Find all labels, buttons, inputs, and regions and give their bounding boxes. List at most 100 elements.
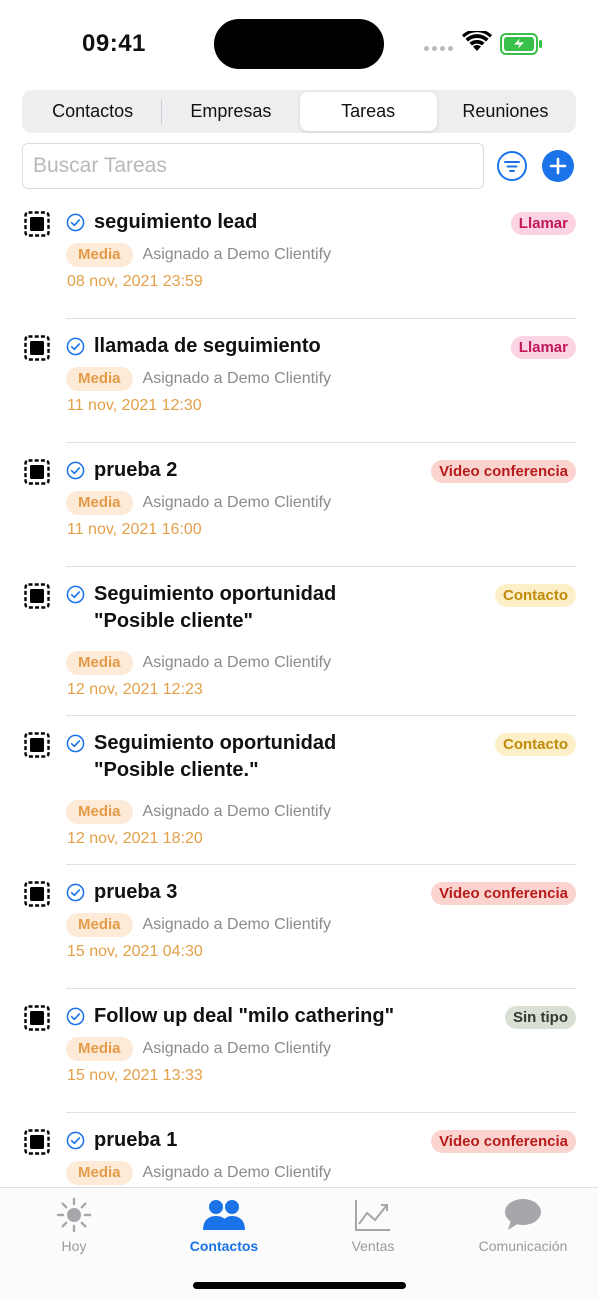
tab-reuniones-label: Reuniones xyxy=(462,101,549,121)
priority-badge: Media xyxy=(66,491,133,515)
task-due-date: 08 nov, 2021 23:59 xyxy=(67,273,203,290)
task-meta: Media Asignado a Demo Clientify xyxy=(66,1161,331,1185)
tabbar-label-ventas: Ventas xyxy=(351,1238,395,1254)
task-type-badge: Video conferencia xyxy=(431,1130,576,1153)
task-assignee: Asignado a Demo Clientify xyxy=(142,246,332,263)
select-square-icon[interactable] xyxy=(24,1129,50,1155)
select-square-icon[interactable] xyxy=(24,881,50,907)
task-meta: Media Asignado a Demo Clientify xyxy=(66,913,331,937)
tab-empresas[interactable]: Empresas xyxy=(162,92,299,131)
task-type-badge: Llamar xyxy=(510,336,576,359)
task-type-badge: Video conferencia xyxy=(431,460,576,483)
sun-icon xyxy=(56,1197,92,1233)
task-title: Seguimiento oportunidad "Posible cliente… xyxy=(94,583,337,632)
search-input[interactable] xyxy=(33,154,473,178)
check-circle-icon[interactable] xyxy=(66,734,85,753)
task-title: prueba 3 xyxy=(94,881,178,903)
select-square-icon[interactable] xyxy=(24,335,50,361)
tab-contactos-label: Contactos xyxy=(52,101,134,121)
select-square-icon[interactable] xyxy=(24,459,50,485)
task-due-date: 15 nov, 2021 04:30 xyxy=(67,943,203,960)
segmented-control: Contactos Empresas Tareas Reuniones xyxy=(22,90,576,133)
dynamic-island xyxy=(214,19,384,69)
task-row[interactable]: prueba 2 Video conferencia Media Asignad… xyxy=(0,443,598,567)
chat-bubble-icon xyxy=(505,1199,541,1230)
task-title: prueba 2 xyxy=(94,459,178,481)
status-time: 09:41 xyxy=(82,30,146,57)
chart-line-icon xyxy=(355,1200,390,1231)
check-circle-icon[interactable] xyxy=(66,883,85,902)
tabbar-item-hoy[interactable]: Hoy xyxy=(19,1196,129,1254)
task-type-badge: Llamar xyxy=(510,212,576,235)
task-due-date: 12 nov, 2021 12:23 xyxy=(67,681,203,698)
check-circle-icon[interactable] xyxy=(66,213,85,232)
task-due-date: 12 nov, 2021 18:20 xyxy=(67,830,203,847)
task-due-date: 11 nov, 2021 12:30 xyxy=(67,397,202,414)
people-icon xyxy=(203,1200,245,1230)
task-title: Seguimiento oportunidad "Posible cliente… xyxy=(94,732,337,781)
select-square-icon[interactable] xyxy=(24,583,50,609)
battery-charging-icon xyxy=(500,33,542,55)
wifi-icon xyxy=(462,31,492,51)
priority-badge: Media xyxy=(66,800,133,824)
task-assignee: Asignado a Demo Clientify xyxy=(142,1164,332,1181)
home-indicator xyxy=(193,1282,406,1289)
filter-icon xyxy=(497,151,527,181)
task-type-badge: Video conferencia xyxy=(431,882,576,905)
priority-badge: Media xyxy=(66,243,133,267)
filter-button[interactable] xyxy=(496,150,528,182)
tabbar-label-hoy: Hoy xyxy=(61,1238,87,1254)
task-row[interactable]: Follow up deal "milo cathering" Sin tipo… xyxy=(0,989,598,1113)
check-circle-icon[interactable] xyxy=(66,1007,85,1026)
task-row[interactable]: prueba 3 Video conferencia Media Asignad… xyxy=(0,865,598,989)
tabbar-item-comunicacion[interactable]: Comunicación xyxy=(468,1196,578,1254)
task-title: Follow up deal "milo cathering" xyxy=(94,1005,395,1027)
task-assignee: Asignado a Demo Clientify xyxy=(142,1040,332,1057)
task-type-badge: Contacto xyxy=(495,584,576,607)
task-meta: Media Asignado a Demo Clientify xyxy=(66,800,331,824)
select-square-icon[interactable] xyxy=(24,1005,50,1031)
priority-badge: Media xyxy=(66,1037,133,1061)
tab-tareas[interactable]: Tareas xyxy=(299,92,437,131)
select-square-icon[interactable] xyxy=(24,211,50,237)
tabbar-label-comunicacion: Comunicación xyxy=(478,1238,568,1254)
priority-badge: Media xyxy=(66,1161,133,1185)
task-title: seguimiento lead xyxy=(94,211,258,233)
task-type-badge: Sin tipo xyxy=(505,1006,576,1029)
task-assignee: Asignado a Demo Clientify xyxy=(142,916,332,933)
tab-reuniones[interactable]: Reuniones xyxy=(437,92,574,131)
task-assignee: Asignado a Demo Clientify xyxy=(142,803,332,820)
task-meta: Media Asignado a Demo Clientify xyxy=(66,1037,331,1061)
task-due-date: 15 nov, 2021 13:33 xyxy=(67,1067,203,1084)
plus-icon xyxy=(549,157,567,175)
tabbar-item-ventas[interactable]: Ventas xyxy=(318,1196,428,1254)
check-circle-icon[interactable] xyxy=(66,461,85,480)
task-meta: Media Asignado a Demo Clientify xyxy=(66,651,331,675)
check-circle-icon[interactable] xyxy=(66,1131,85,1150)
tab-contactos[interactable]: Contactos xyxy=(24,92,161,131)
task-type-badge: Contacto xyxy=(495,733,576,756)
tabbar-label-contactos: Contactos xyxy=(189,1238,259,1254)
task-row[interactable]: Seguimiento oportunidad "Posible cliente… xyxy=(0,567,598,716)
task-meta: Media Asignado a Demo Clientify xyxy=(66,243,331,267)
tab-tareas-label: Tareas xyxy=(341,101,396,121)
signal-dots-icon xyxy=(424,46,453,51)
tabbar-item-contactos[interactable]: Contactos xyxy=(169,1196,279,1254)
check-circle-icon[interactable] xyxy=(66,337,85,356)
task-title: llamada de seguimiento xyxy=(94,335,321,357)
task-due-date: 11 nov, 2021 16:00 xyxy=(67,521,202,538)
task-assignee: Asignado a Demo Clientify xyxy=(142,654,332,671)
select-square-icon[interactable] xyxy=(24,732,50,758)
task-assignee: Asignado a Demo Clientify xyxy=(142,494,332,511)
task-list: seguimiento lead Llamar Media Asignado a… xyxy=(0,205,598,1187)
tab-empresas-label: Empresas xyxy=(190,101,272,121)
task-row[interactable]: seguimiento lead Llamar Media Asignado a… xyxy=(0,205,598,319)
check-circle-icon[interactable] xyxy=(66,585,85,604)
task-row[interactable]: Seguimiento oportunidad "Posible cliente… xyxy=(0,716,598,865)
add-task-button[interactable] xyxy=(542,150,574,182)
task-row[interactable]: llamada de seguimiento Llamar Media Asig… xyxy=(0,319,598,443)
priority-badge: Media xyxy=(66,367,133,391)
priority-badge: Media xyxy=(66,913,133,937)
task-row[interactable]: prueba 1 Video conferencia Media Asignad… xyxy=(0,1113,598,1187)
task-assignee: Asignado a Demo Clientify xyxy=(142,370,332,387)
